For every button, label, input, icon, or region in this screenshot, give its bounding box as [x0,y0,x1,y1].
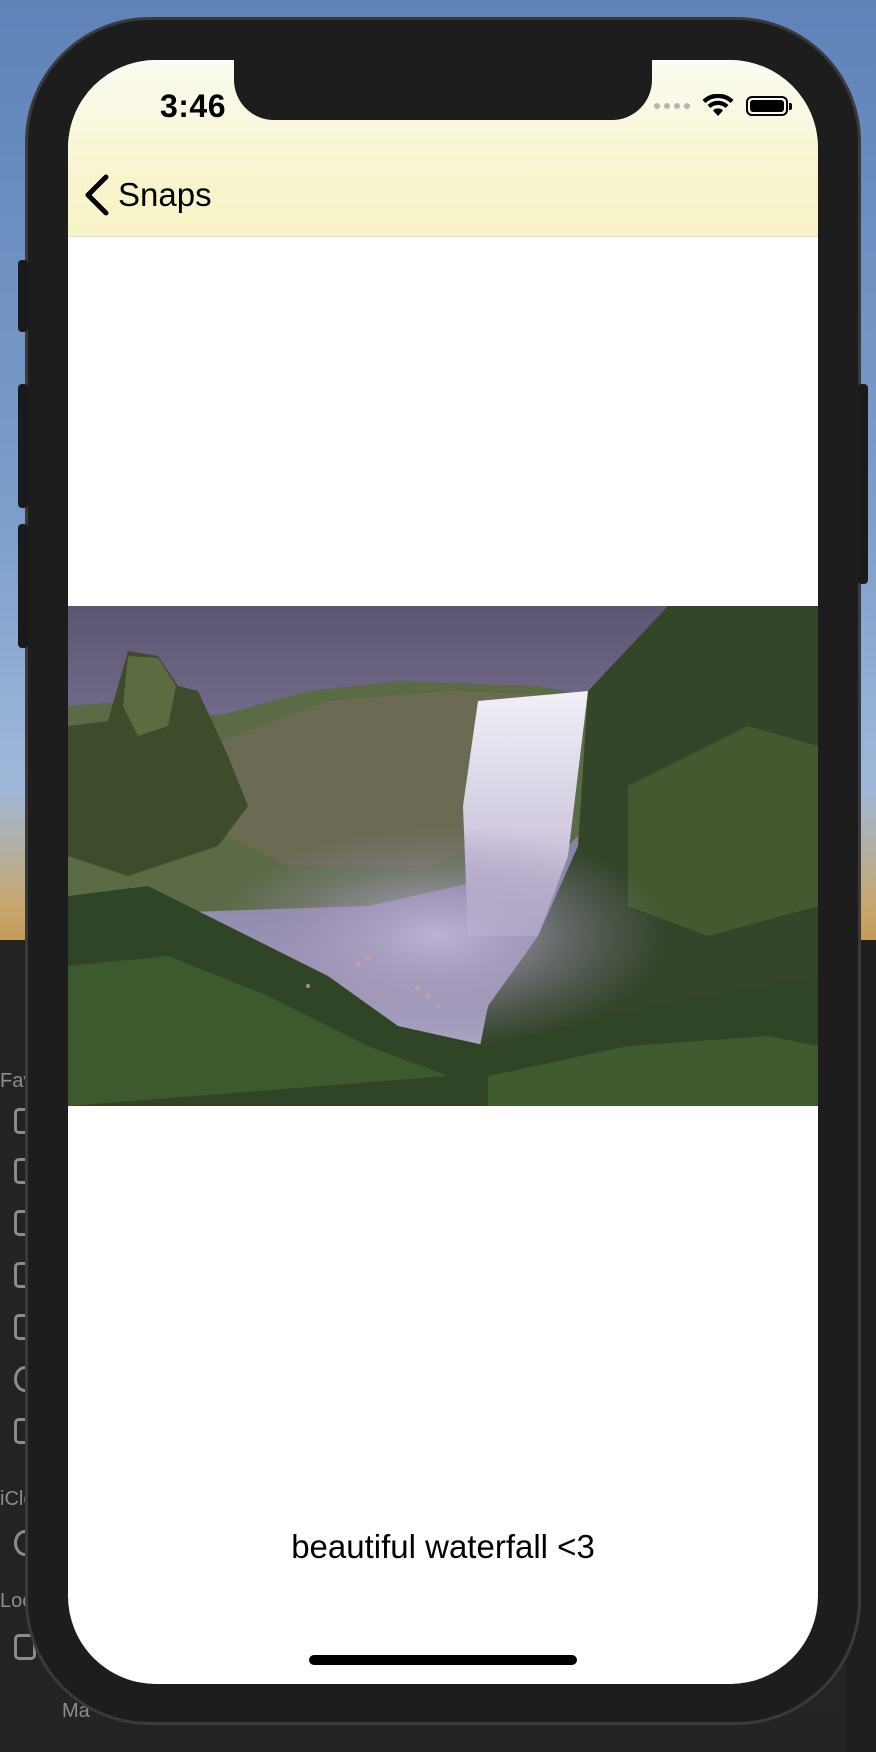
notch [234,60,652,120]
home-indicator[interactable] [309,1655,577,1665]
waterfall-photo [68,606,818,1106]
photo-caption: beautiful waterfall <3 [291,1528,595,1565]
back-button-label: Snaps [118,176,212,213]
volume-up-button [18,384,28,508]
power-button [858,384,868,584]
wifi-icon [702,94,734,116]
status-time: 3:46 [159,88,227,124]
volume-down-button [18,524,28,648]
navigation-bar: 3:46 Snaps [68,60,818,237]
laptop-icon [14,1634,36,1660]
back-button[interactable]: Snaps [82,170,212,220]
cellular-signal-icon [654,103,690,109]
status-icons [654,94,792,118]
chevron-left-icon [85,174,109,216]
mute-switch [18,260,28,332]
battery-icon [746,96,792,116]
app-screen: 3:46 Snaps beautiful waterfall <3 [68,60,818,1684]
